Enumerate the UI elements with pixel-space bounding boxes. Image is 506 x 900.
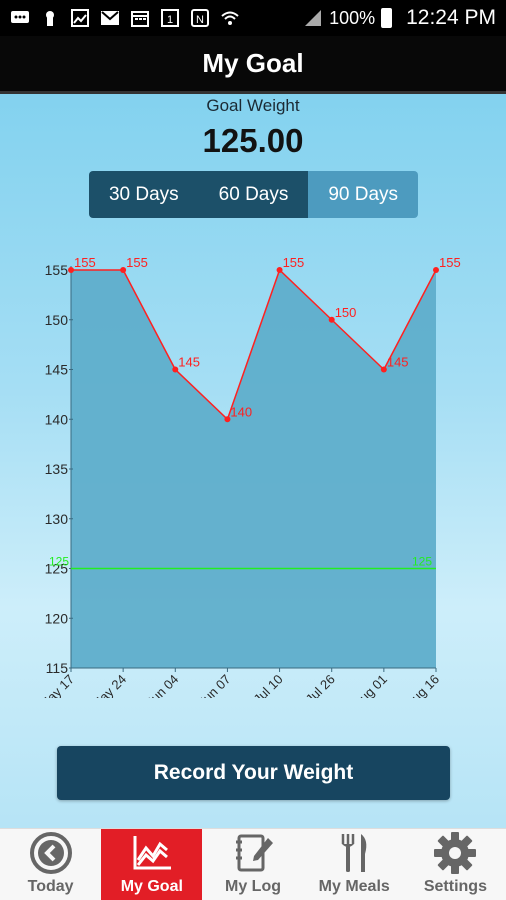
data-label: 155 xyxy=(439,255,461,270)
data-label: 145 xyxy=(178,355,200,370)
messages-icon xyxy=(11,11,29,23)
battery-icon xyxy=(381,8,393,28)
nav-my-log[interactable]: My Log xyxy=(202,829,303,900)
gmail-icon xyxy=(101,11,119,25)
nav-label: My Meals xyxy=(318,878,390,895)
record-weight-button[interactable]: Record Your Weight xyxy=(57,746,450,800)
image-icon xyxy=(71,9,89,27)
chart-area-fill xyxy=(71,270,436,668)
calendar-icon xyxy=(131,11,149,27)
data-label: 140 xyxy=(230,404,252,419)
notification-icons: 1 N xyxy=(10,9,240,27)
nav-settings[interactable]: Settings xyxy=(405,829,506,900)
x-tick-label: Jul 26 xyxy=(303,672,338,698)
y-tick-label: 140 xyxy=(45,411,69,427)
page-title: My Goal xyxy=(202,48,304,78)
data-label: 150 xyxy=(335,305,357,320)
nfc-icon: N xyxy=(191,9,209,27)
x-tick-label: May 24 xyxy=(89,672,130,698)
x-tick-label: Aug 16 xyxy=(402,672,442,698)
battery-percent: 100% xyxy=(329,7,376,28)
x-tick-label: Jun 07 xyxy=(195,672,233,698)
fork-knife-icon xyxy=(341,834,367,872)
date-icon: 1 xyxy=(161,9,179,27)
data-label: 155 xyxy=(74,255,96,270)
x-tick-label: Jun 04 xyxy=(143,672,181,698)
data-label: 155 xyxy=(283,255,305,270)
y-tick-label: 150 xyxy=(45,312,69,328)
y-tick-label: 145 xyxy=(45,362,69,378)
nav-today[interactable]: Today xyxy=(0,829,101,900)
nav-label: Settings xyxy=(423,878,487,895)
nav-label: My Goal xyxy=(120,878,183,895)
tab-90-days[interactable]: 90 Days xyxy=(308,171,418,218)
range-selector: 30 Days 60 Days 90 Days xyxy=(89,171,418,218)
gear-icon xyxy=(434,832,477,874)
y-tick-label: 130 xyxy=(45,511,69,527)
nav-my-goal[interactable]: My Goal xyxy=(101,829,203,900)
bottom-nav: Today My Goal My Log My Meals Settings xyxy=(0,828,506,900)
goal-line-label: 125 xyxy=(412,555,432,569)
goal-weight-value: 125.00 xyxy=(202,122,304,159)
nav-label: Today xyxy=(27,878,74,895)
goal-weight-label: Goal Weight xyxy=(206,96,300,115)
nav-my-meals[interactable]: My Meals xyxy=(304,829,405,900)
tab-30-days[interactable]: 30 Days xyxy=(89,171,199,218)
clock-back-icon xyxy=(29,832,72,874)
nav-label: My Log xyxy=(225,878,281,895)
x-tick-label: Jul 10 xyxy=(251,672,286,698)
chart-trend-icon xyxy=(133,836,171,870)
main-content: Goal Weight 125.00 30 Days 60 Days 90 Da… xyxy=(0,94,506,828)
data-label: 155 xyxy=(126,255,148,270)
notepad-pencil-icon xyxy=(236,834,273,872)
title-bar: My Goal xyxy=(0,36,506,94)
signal-icon xyxy=(305,10,322,26)
svg-text:1: 1 xyxy=(167,14,173,26)
x-tick-label: Aug 01 xyxy=(350,672,390,698)
goal-line-label: 125 xyxy=(49,555,69,569)
status-bar: 1 N 100% 12:24 PM xyxy=(0,0,506,36)
y-tick-label: 120 xyxy=(45,610,69,626)
svg-text:N: N xyxy=(196,14,204,26)
clock: 12:24 PM xyxy=(406,6,496,29)
weight-chart: 115120125130135140145150155125 125155 1551… xyxy=(36,255,461,698)
y-tick-label: 135 xyxy=(45,461,69,477)
keyhole-icon xyxy=(46,11,54,26)
wifi-icon xyxy=(221,11,239,25)
tab-60-days[interactable]: 60 Days xyxy=(198,171,309,218)
y-tick-label: 155 xyxy=(45,262,69,278)
data-label: 145 xyxy=(387,355,409,370)
